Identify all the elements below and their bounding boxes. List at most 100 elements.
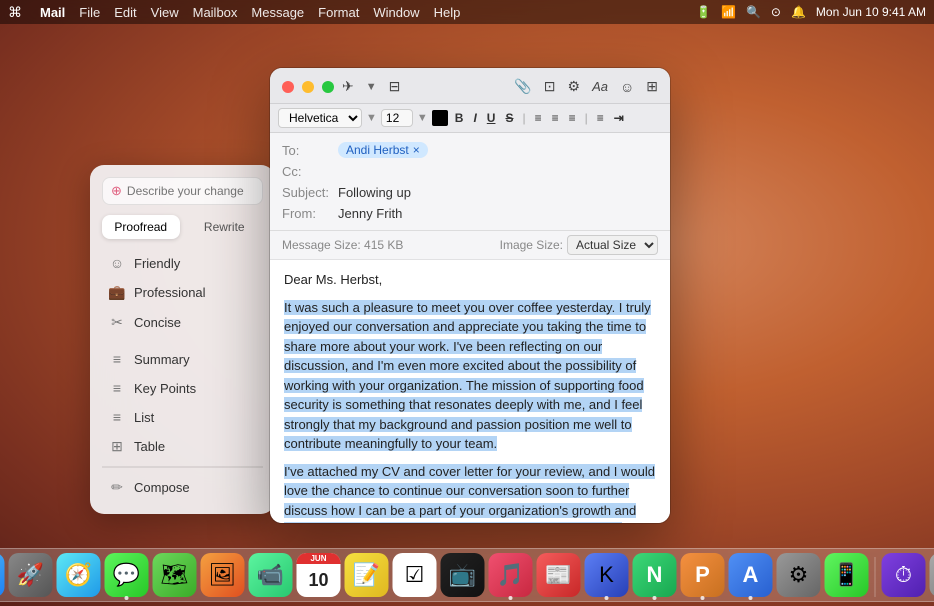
dock-trash[interactable]: 🗑 — [930, 553, 934, 597]
to-recipient-chip[interactable]: Andi Herbst × — [338, 142, 428, 158]
attach-button[interactable]: 📎 — [514, 78, 531, 95]
mail-paragraph2-selected: I've attached my CV and cover letter for… — [284, 464, 655, 524]
dock-finder[interactable]: 🔵 — [0, 553, 5, 597]
menu-edit[interactable]: Edit — [114, 5, 136, 20]
settings-button[interactable]: ⚙ — [568, 78, 581, 95]
menu-window[interactable]: Window — [373, 5, 419, 20]
format-button[interactable]: ⊟ — [389, 78, 401, 95]
mail-headers: To: Andi Herbst × Cc: Subject: Following… — [270, 133, 670, 231]
minimize-button[interactable] — [302, 81, 314, 93]
dock-notes[interactable]: 📝 — [345, 553, 389, 597]
from-row: From: Jenny Frith — [282, 203, 658, 224]
search-icon[interactable]: 🔍 — [746, 5, 761, 19]
message-size-label: Message Size: 415 KB — [282, 238, 403, 252]
font-selector[interactable]: Helvetica — [278, 108, 362, 128]
ai-menu-concise[interactable]: ✂ Concise — [102, 308, 263, 337]
menu-mailbox[interactable]: Mailbox — [193, 5, 238, 20]
dock-photos[interactable]: 🖼 — [201, 553, 245, 597]
underline-button[interactable]: U — [484, 110, 499, 126]
dock: 🔵 🚀 🧭 💬 🗺 🖼 📹 JUN 10 📝 ☑ 📺 🎵 📰 K N P A ⚙… — [0, 548, 934, 602]
italic-button[interactable]: I — [470, 110, 479, 126]
indent-button[interactable]: ⇥ — [611, 110, 627, 126]
siri-icon[interactable]: ⊙ — [771, 5, 781, 19]
bold-button[interactable]: B — [452, 110, 467, 126]
mail-paragraph1-selected: It was such a pleasure to meet you over … — [284, 300, 651, 452]
ai-menu-table[interactable]: ⊞ Table — [102, 432, 263, 461]
menu-format[interactable]: Format — [318, 5, 359, 20]
text-format-button[interactable]: Aa — [592, 79, 608, 94]
from-value[interactable]: Jenny Frith — [338, 206, 402, 221]
professional-icon: 💼 — [108, 284, 126, 301]
emoji-button[interactable]: ☺ — [620, 79, 634, 95]
mail-paragraph2: I've attached my CV and cover letter for… — [284, 462, 656, 524]
ai-menu-items: ☺ Friendly 💼 Professional ✂ Concise ≡ Su… — [102, 249, 263, 502]
dock-settings[interactable]: ⚙ — [777, 553, 821, 597]
maximize-button[interactable] — [322, 81, 334, 93]
ai-search-input[interactable] — [127, 184, 254, 198]
dock-maps[interactable]: 🗺 — [153, 553, 197, 597]
ai-menu-friendly-label: Friendly — [134, 256, 180, 271]
ai-search-box[interactable]: ⊕ — [102, 177, 263, 205]
dock-launchpad[interactable]: 🚀 — [9, 553, 53, 597]
dock-facetime[interactable]: 📹 — [249, 553, 293, 597]
tab-rewrite[interactable]: Rewrite — [186, 215, 264, 239]
dock-calendar[interactable]: JUN 10 — [297, 553, 341, 597]
send-button[interactable]: ✈ — [342, 78, 354, 95]
to-recipient-remove[interactable]: × — [413, 143, 420, 157]
dock-news[interactable]: 📰 — [537, 553, 581, 597]
subject-row: Subject: Following up — [282, 182, 658, 203]
keypoints-icon: ≡ — [108, 380, 126, 396]
photo-button[interactable]: ⊞ — [646, 78, 658, 95]
font-color-picker[interactable] — [432, 110, 448, 126]
app-name[interactable]: Mail — [40, 5, 65, 20]
list-icon: ≡ — [108, 409, 126, 425]
dock-safari[interactable]: 🧭 — [57, 553, 101, 597]
cc-row[interactable]: Cc: — [282, 161, 658, 182]
table-icon: ⊞ — [108, 438, 126, 455]
align-right-button[interactable]: ≡ — [566, 110, 579, 126]
mail-body[interactable]: Dear Ms. Herbst, It was such a pleasure … — [270, 260, 670, 523]
dock-tv[interactable]: 📺 — [441, 553, 485, 597]
font-size-input[interactable] — [381, 109, 413, 127]
menu-view[interactable]: View — [151, 5, 179, 20]
menu-file[interactable]: File — [79, 5, 100, 20]
ai-menu-compose-label: Compose — [134, 480, 190, 495]
dock-appstore[interactable]: A — [729, 553, 773, 597]
battery-icon: 🔋 — [696, 5, 711, 19]
cc-label: Cc: — [282, 164, 332, 179]
ai-menu-list[interactable]: ≡ List — [102, 403, 263, 431]
dock-pages[interactable]: P — [681, 553, 725, 597]
ai-menu-keypoints[interactable]: ≡ Key Points — [102, 374, 263, 402]
menubar: ⌘ Mail File Edit View Mailbox Message Fo… — [0, 0, 934, 24]
ai-menu-professional-label: Professional — [134, 285, 206, 300]
strikethrough-button[interactable]: S — [502, 110, 516, 126]
message-meta: Message Size: 415 KB Image Size: Actual … — [270, 231, 670, 260]
notification-icon[interactable]: 🔔 — [791, 5, 806, 19]
format-bar: Helvetica ▼ ▼ B I U S | ≡ ≡ ≡ | ≡ ⇥ — [270, 104, 670, 133]
ai-menu-professional[interactable]: 💼 Professional — [102, 278, 263, 307]
dock-keynote[interactable]: K — [585, 553, 629, 597]
ai-menu-summary[interactable]: ≡ Summary — [102, 345, 263, 373]
align-center-button[interactable]: ≡ — [549, 110, 562, 126]
close-button[interactable] — [282, 81, 294, 93]
dock-messages[interactable]: 💬 — [105, 553, 149, 597]
mail-paragraph1: It was such a pleasure to meet you over … — [284, 298, 656, 454]
ai-menu-compose[interactable]: ✏ Compose — [102, 473, 263, 502]
dock-screentime[interactable]: ⏱ — [882, 553, 926, 597]
dock-numbers[interactable]: N — [633, 553, 677, 597]
image-size-select[interactable]: Actual Size Large Medium Small — [567, 235, 658, 255]
menu-help[interactable]: Help — [434, 5, 461, 20]
tab-proofread[interactable]: Proofread — [102, 215, 180, 239]
send-dropdown[interactable]: ▼ — [366, 81, 377, 93]
layout-button[interactable]: ⊡ — [544, 78, 556, 95]
dock-music[interactable]: 🎵 — [489, 553, 533, 597]
list-button[interactable]: ≡ — [594, 110, 607, 126]
dock-phone[interactable]: 📱 — [825, 553, 869, 597]
mail-greeting: Dear Ms. Herbst, — [284, 270, 656, 290]
ai-menu-friendly[interactable]: ☺ Friendly — [102, 249, 263, 277]
apple-menu[interactable]: ⌘ — [8, 4, 22, 21]
subject-value[interactable]: Following up — [338, 185, 411, 200]
dock-reminders[interactable]: ☑ — [393, 553, 437, 597]
align-left-button[interactable]: ≡ — [532, 110, 545, 126]
menu-message[interactable]: Message — [251, 5, 304, 20]
